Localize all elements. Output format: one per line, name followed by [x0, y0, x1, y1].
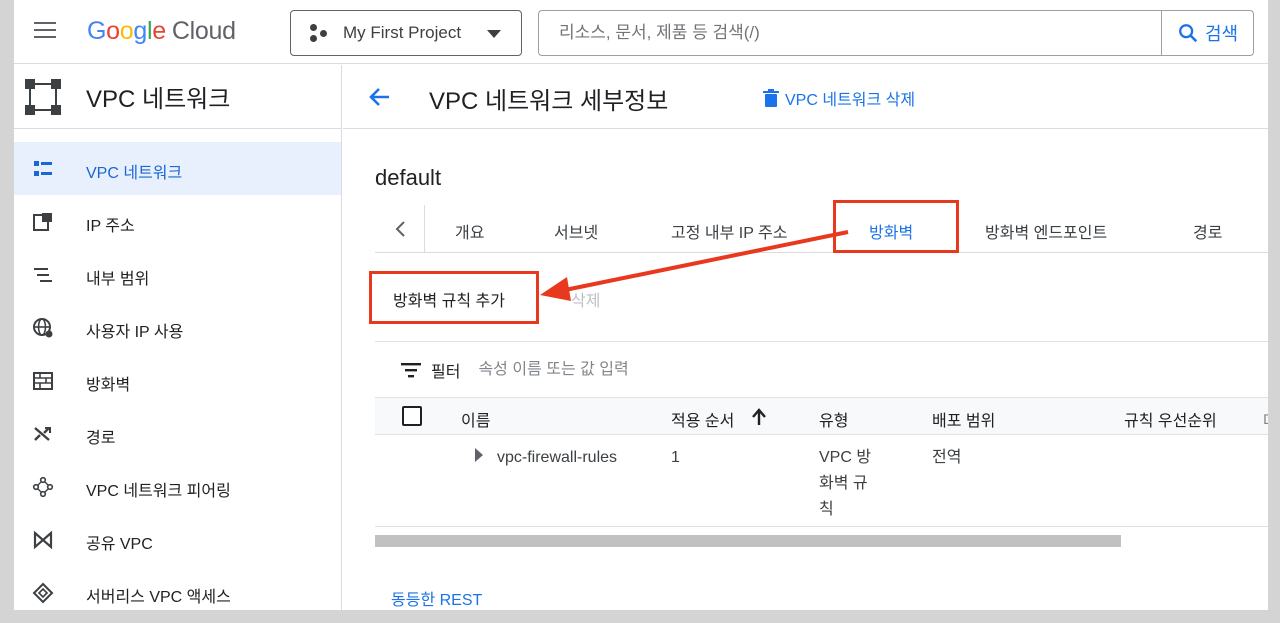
horizontal-scrollbar[interactable]	[375, 535, 1121, 547]
firewall-icon	[33, 372, 53, 390]
project-selector[interactable]: My First Project	[290, 10, 522, 56]
logo-google: Google	[87, 17, 166, 45]
top-bar: GoogleCloud My First Project 검색	[14, 0, 1268, 64]
internal-range-icon	[34, 268, 52, 282]
sidebar-item-routes[interactable]: 경로	[14, 407, 341, 460]
rule-scope: 전역	[932, 449, 962, 466]
column-scope[interactable]: 배포 범위	[932, 407, 995, 431]
sidebar-item-label: 내부 범위	[86, 271, 150, 288]
ip-address-icon	[33, 213, 52, 231]
sidebar-item-serverless-vpc[interactable]: 서버리스 VPC 액세스	[14, 566, 341, 610]
rule-type-line3: 칙	[819, 501, 834, 518]
rule-type-line1: VPC 방	[819, 449, 872, 466]
filter-input[interactable]	[478, 360, 879, 379]
sidebar-item-ip-address[interactable]: IP 주소	[14, 195, 341, 248]
sidebar-item-label: VPC 네트워크 피어링	[86, 483, 231, 500]
annotation-arrow	[540, 230, 849, 301]
project-icon	[309, 23, 329, 43]
peering-icon	[32, 476, 54, 498]
column-truncated[interactable]: 대	[1263, 407, 1268, 431]
table-header: 이름 적용 순서 유형 배포 범위 규칙 우선순위 대	[375, 397, 1268, 435]
filter-icon	[401, 362, 421, 377]
routes-icon	[34, 427, 51, 441]
globe-icon	[33, 318, 53, 338]
select-all-checkbox[interactable]	[402, 406, 422, 426]
search-icon	[1179, 24, 1198, 43]
chevron-down-icon	[487, 30, 501, 38]
search-input[interactable]	[559, 23, 1119, 43]
equivalent-rest-link[interactable]: 동등한 REST	[391, 586, 482, 610]
rule-type-line2: 화벽 규	[819, 475, 868, 492]
sidebar-item-internal-range[interactable]: 내부 범위	[14, 248, 341, 301]
rule-name[interactable]: vpc-firewall-rules	[497, 445, 617, 471]
project-name: My First Project	[343, 23, 462, 42]
logo-cloud: Cloud	[171, 17, 236, 45]
sidebar-title: VPC 네트워크	[86, 86, 231, 113]
table-row[interactable]: vpc-firewall-rules 1 VPC 방 화벽 규 칙 전역	[375, 435, 1268, 527]
sidebar-item-vpc-network[interactable]: VPC 네트워크	[14, 142, 341, 195]
filter-label: 필터	[431, 363, 461, 381]
vpc-network-icon	[34, 161, 52, 176]
search-button[interactable]: 검색	[1161, 11, 1253, 55]
expand-row-icon[interactable]	[475, 448, 483, 462]
sidebar-item-label: IP 주소	[86, 218, 135, 235]
rule-type: VPC 방 화벽 규 칙	[819, 445, 871, 523]
vpc-product-icon	[25, 78, 61, 115]
sidebar-item-label: 경로	[86, 430, 116, 447]
sidebar-item-label: 서버리스 VPC 액세스	[86, 589, 231, 606]
column-order[interactable]: 적용 순서	[671, 407, 734, 431]
column-type[interactable]: 유형	[819, 407, 848, 431]
sort-arrow-up-icon[interactable]	[751, 408, 767, 426]
sidebar-item-label: 사용자 IP 사용	[86, 324, 184, 341]
column-priority[interactable]: 규칙 우선순위	[1124, 407, 1217, 431]
sidebar-item-user-ip[interactable]: 사용자 IP 사용	[14, 301, 341, 354]
sidebar: VPC 네트워크 VPC 네트워크 IP 주소 내부 범위 사용자 IP 사용 …	[14, 65, 342, 610]
sidebar-header: VPC 네트워크	[14, 65, 341, 129]
search-button-label: 검색	[1204, 24, 1239, 44]
shared-vpc-icon	[33, 530, 53, 550]
google-cloud-logo[interactable]: Google Cloud	[87, 17, 236, 46]
sidebar-item-peering[interactable]: VPC 네트워크 피어링	[14, 460, 341, 513]
filter-bar: 필터	[375, 341, 1268, 397]
search-box: 검색	[538, 10, 1254, 56]
sidebar-item-label: 방화벽	[86, 377, 131, 394]
rule-order: 1	[671, 449, 680, 466]
column-name[interactable]: 이름	[461, 407, 490, 431]
sidebar-item-shared-vpc[interactable]: 공유 VPC	[14, 513, 341, 566]
firewall-rules-table: 이름 적용 순서 유형 배포 범위 규칙 우선순위 대 vpc-firewall…	[375, 397, 1268, 527]
sidebar-item-label: 공유 VPC	[86, 536, 153, 553]
console-window: GoogleCloud My First Project 검색	[14, 0, 1268, 610]
serverless-icon	[32, 582, 54, 604]
sidebar-item-label: VPC 네트워크	[86, 165, 183, 182]
main-content: VPC 네트워크 세부정보 VPC 네트워크 삭제 default 개요 서브넷…	[343, 65, 1268, 610]
menu-icon[interactable]	[34, 22, 58, 42]
sidebar-item-firewall[interactable]: 방화벽	[14, 354, 341, 407]
